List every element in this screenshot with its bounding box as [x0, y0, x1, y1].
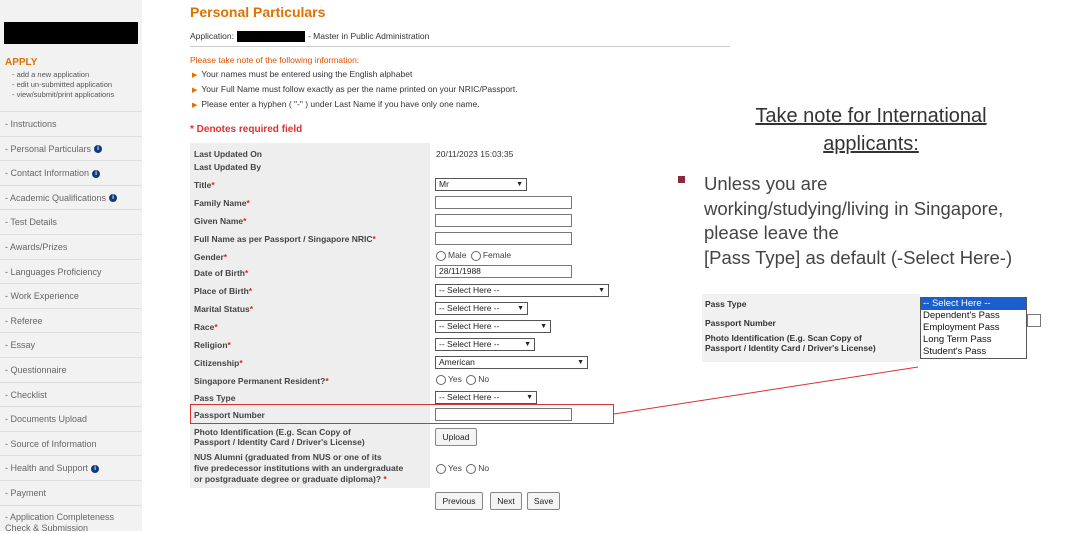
crop-pass-type-label: Pass Type — [705, 299, 747, 309]
dropdown-option-select-here[interactable]: -- Select Here -- — [921, 298, 1026, 310]
crop-photo-label-line1: Photo Identification (E.g. Scan Copy of — [705, 333, 862, 343]
side-note-body: Unless you are working/studying/living i… — [704, 173, 1013, 268]
pass-type-dropdown-list[interactable]: -- Select Here -- Dependent's Pass Emplo… — [920, 297, 1027, 359]
dropdown-option-long-term-pass[interactable]: Long Term Pass — [921, 334, 1026, 346]
dropdown-option-employment-pass[interactable]: Employment Pass — [921, 322, 1026, 334]
crop-passport-input — [1027, 314, 1041, 327]
crop-passport-label: Passport Number — [705, 318, 776, 328]
dropdown-option-students-pass[interactable]: Student's Pass — [921, 346, 1026, 358]
dropdown-option-dependents-pass[interactable]: Dependent's Pass — [921, 310, 1026, 322]
side-note-title: Take note for International applicants: — [755, 105, 987, 155]
bullet-icon — [678, 176, 685, 183]
crop-photo-label-line2: Passport / Identity Card / Driver's Lice… — [705, 343, 876, 353]
